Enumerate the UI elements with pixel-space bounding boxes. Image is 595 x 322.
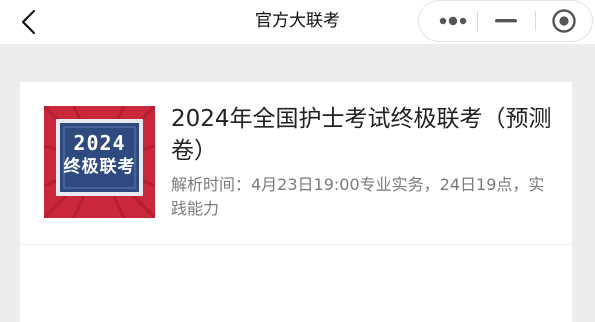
back-button[interactable] bbox=[12, 6, 46, 38]
more-button[interactable] bbox=[429, 1, 477, 41]
thumbnail-year: 2024 bbox=[73, 131, 126, 155]
exam-title: 2024年全国护士考试终极联考（预测卷） bbox=[171, 106, 552, 164]
exam-description: 解析时间：4月23日19:00专业实务，24日19点，实践能力 bbox=[171, 175, 545, 218]
navigation-bar: 官方大联考 bbox=[0, 0, 595, 44]
thumbnail-caption: 终极联考 bbox=[63, 157, 136, 177]
exam-card[interactable]: 2024 终极联考 2024年全国护士考试终极联考（预测卷） 解析时间：4月23… bbox=[20, 82, 572, 322]
chevron-left-icon bbox=[21, 9, 36, 35]
close-button[interactable] bbox=[536, 1, 592, 41]
exam-thumbnail: 2024 终极联考 bbox=[44, 106, 155, 218]
target-close-icon bbox=[552, 9, 576, 33]
card-divider bbox=[20, 244, 572, 245]
content-area: 2024 终极联考 2024年全国护士考试终极联考（预测卷） 解析时间：4月23… bbox=[0, 44, 595, 322]
mini-program-capsule bbox=[418, 0, 593, 42]
minimize-button[interactable] bbox=[478, 1, 534, 41]
minimize-icon bbox=[495, 19, 517, 23]
more-dots-icon bbox=[439, 16, 467, 26]
